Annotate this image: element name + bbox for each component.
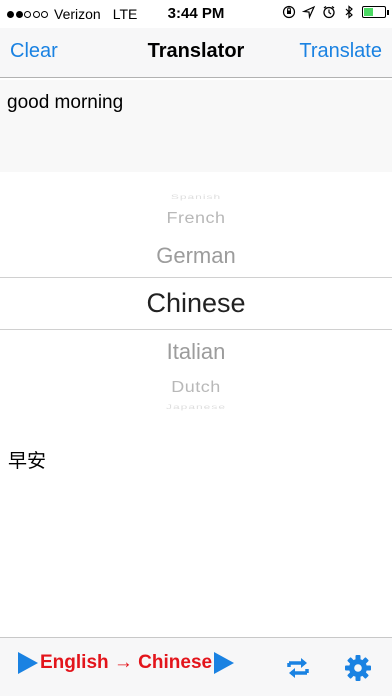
bottom-toolbar: English → Chinese (0, 637, 392, 696)
status-right (282, 5, 389, 19)
picker-option-chinese-selected[interactable]: Chinese (0, 288, 392, 319)
alarm-icon (323, 5, 335, 19)
picker-option-italian[interactable]: Italian (0, 339, 392, 365)
translation-output-area: 早安 (0, 440, 392, 635)
source-text-area (0, 80, 392, 172)
source-text-input[interactable] (0, 80, 392, 172)
language-picker[interactable]: Spanish French German Chinese Italian Du… (0, 172, 392, 422)
status-bar: Verizon LTE 3:44 PM (0, 0, 392, 28)
picker-top-divider (0, 277, 392, 278)
bluetooth-icon (345, 5, 353, 19)
translation-output-text: 早安 (8, 450, 47, 472)
orientation-lock-icon (282, 5, 296, 19)
settings-button[interactable] (343, 653, 373, 683)
swap-arrows-icon (287, 658, 309, 678)
gear-icon (345, 655, 371, 681)
picker-option-french[interactable]: French (0, 210, 392, 228)
picker-bottom-divider (0, 329, 392, 330)
navigation-bar: Clear Translator Translate (0, 28, 392, 78)
swap-languages-button[interactable] (283, 653, 313, 683)
play-triangle-icon (18, 652, 38, 674)
picker-option-spanish[interactable]: Spanish (0, 193, 392, 201)
location-icon (302, 5, 316, 19)
battery-icon (362, 6, 389, 18)
play-triangle-icon (214, 652, 235, 674)
translate-button[interactable]: Translate (299, 40, 382, 63)
picker-option-japanese[interactable]: Japanese (0, 403, 392, 411)
picker-option-dutch[interactable]: Dutch (0, 379, 392, 397)
picker-option-german[interactable]: German (0, 243, 392, 269)
language-pair-button[interactable]: English → Chinese (18, 652, 235, 674)
language-pair-label: English → Chinese (40, 652, 213, 673)
